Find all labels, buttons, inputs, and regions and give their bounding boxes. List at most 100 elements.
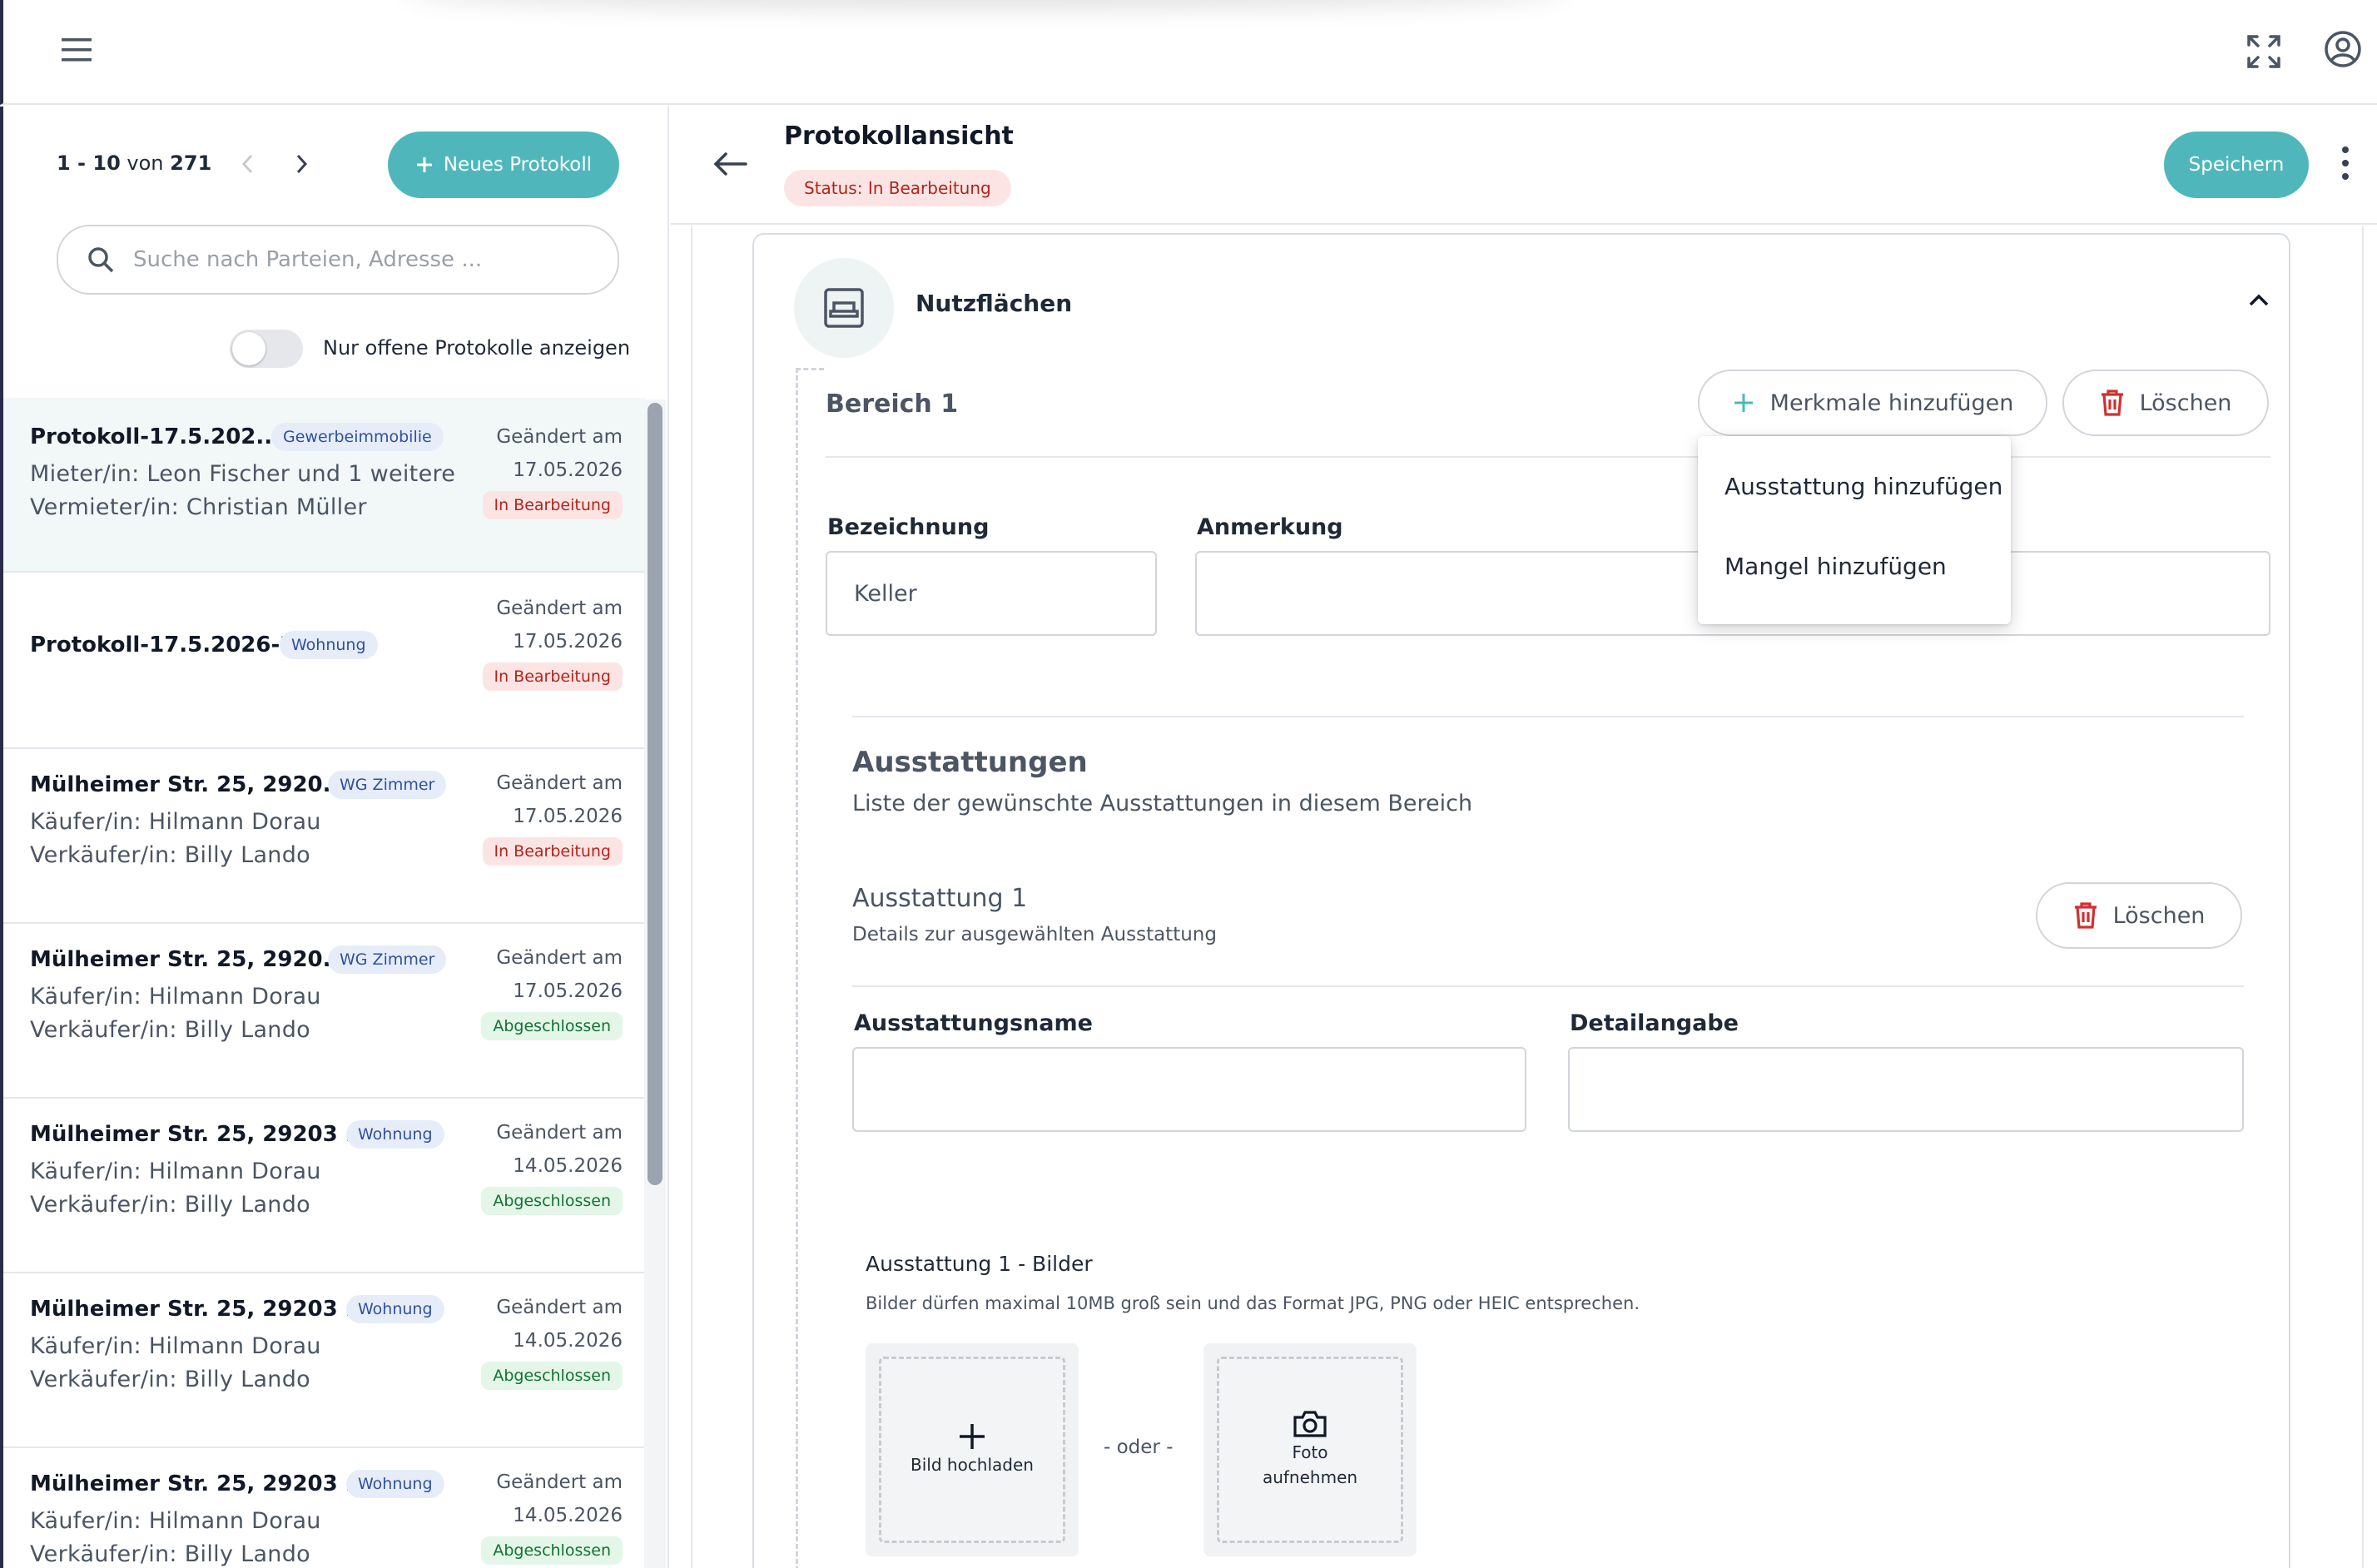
type-badge: Wohnung (280, 631, 378, 659)
list-item[interactable]: Protokoll-17.5.2026-2 Wohnung Geändert a… (3, 574, 646, 749)
type-badge: WG Zimmer (328, 771, 447, 799)
plus-icon (1732, 391, 1755, 414)
changed-label: Geändert am (496, 1471, 623, 1493)
changed-date: 17.05.2026 (513, 980, 623, 1002)
protocol-header: Protokollansicht Status: In Bearbeitung … (671, 107, 2377, 225)
sidebar-scrollbar-thumb[interactable] (648, 403, 662, 1185)
plus-icon (415, 156, 434, 174)
changed-date: 14.05.2026 (513, 1505, 623, 1526)
images-title: Ausstattung 1 - Bilder (866, 1252, 1093, 1276)
menu-item-add-equipment[interactable]: Ausstattung hinzufügen (1724, 473, 2002, 500)
list-item[interactable]: Mülheimer Str. 25, 2920... WG Zimmer Käu… (3, 924, 646, 1099)
trash-icon (2073, 901, 2098, 930)
next-page-icon[interactable] (291, 151, 311, 176)
changed-label: Geändert am (496, 1297, 623, 1318)
images-hint: Bilder dürfen maximal 10MB groß sein und… (866, 1293, 1640, 1313)
list-item[interactable]: Mülheimer Str. 25, 29203 ... Wohnung Käu… (3, 1448, 646, 1568)
list-item[interactable]: Protokoll-17.5.202... Gewerbeimmobilie M… (3, 398, 646, 573)
user-account-icon[interactable] (2324, 30, 2362, 68)
menu-item-add-defect[interactable]: Mangel hinzufügen (1724, 553, 1947, 580)
new-protocol-button[interactable]: Neues Protokoll (388, 131, 619, 198)
plus-icon (957, 1422, 987, 1451)
camera-icon (1292, 1409, 1328, 1439)
type-badge: Wohnung (346, 1120, 444, 1149)
take-photo-button[interactable]: Foto aufnehmen (1203, 1343, 1417, 1556)
list-item[interactable]: Mülheimer Str. 25, 2920... WG Zimmer Käu… (3, 749, 646, 924)
item-party-2: Vermieter/in: Christian Müller (30, 494, 367, 520)
item-party-2: Verkäufer/in: Billy Lando (30, 1541, 310, 1567)
status-badge: Abgeschlossen (481, 1536, 623, 1565)
item-party-2: Verkäufer/in: Billy Lando (30, 1017, 310, 1043)
pager-text: 1 - 10 von 271 (57, 151, 212, 175)
item-party-2: Verkäufer/in: Billy Lando (30, 1367, 310, 1392)
area-title: Bereich 1 (826, 390, 959, 419)
upload-image-button[interactable]: Bild hochladen (866, 1343, 1079, 1556)
item-party-1: Mieter/in: Leon Fischer und 1 weitere (30, 461, 456, 487)
designation-label: Bezeichnung (827, 514, 990, 540)
hamburger-menu-icon[interactable] (60, 33, 95, 67)
type-badge: Wohnung (346, 1470, 444, 1498)
upload-label: Bild hochladen (911, 1455, 1034, 1475)
area-dashed-line (796, 368, 798, 1568)
changed-date: 14.05.2026 (513, 1330, 623, 1352)
changed-date: 17.05.2026 (513, 631, 623, 653)
status-badge: Abgeschlossen (481, 1012, 623, 1040)
previous-page-icon[interactable] (238, 151, 258, 176)
usage-areas-card: Nutzflächen Bereich 1 Merkmale hinzufüge… (752, 233, 2290, 1568)
search-icon (87, 246, 115, 274)
item-party-1: Käufer/in: Hilmann Dorau (30, 1159, 321, 1184)
equipment-item-subtitle: Details zur ausgewählten Ausstattung (852, 924, 1217, 945)
top-app-bar (0, 0, 2377, 105)
add-features-dropdown: Ausstattung hinzufügen Mangel hinzufügen (1698, 436, 2011, 624)
back-arrow-icon[interactable] (712, 151, 749, 176)
item-party-1: Käufer/in: Hilmann Dorau (30, 1333, 321, 1359)
item-party-2: Verkäufer/in: Billy Lando (30, 1192, 310, 1218)
item-title: Mülheimer Str. 25, 29203 ... (30, 1471, 370, 1496)
delete-area-button[interactable]: Löschen (2062, 370, 2269, 436)
changed-date: 17.05.2026 (513, 806, 623, 827)
changed-label: Geändert am (496, 426, 623, 448)
equipment-name-label: Ausstattungsname (854, 1010, 1093, 1036)
item-title: Mülheimer Str. 25, 29203 ... (30, 1122, 370, 1147)
item-title: Mülheimer Str. 25, 29203 ... (30, 1297, 370, 1322)
protocol-list-sidebar: 1 - 10 von 271 Neues Protokoll Suche nac… (0, 107, 669, 1568)
changed-date: 14.05.2026 (513, 1155, 623, 1177)
list-item[interactable]: Mülheimer Str. 25, 29203 ... Wohnung Käu… (3, 1099, 646, 1273)
item-title: Mülheimer Str. 25, 2920... (30, 772, 348, 797)
changed-date: 17.05.2026 (513, 459, 623, 481)
remark-label: Anmerkung (1197, 514, 1343, 540)
search-input[interactable]: Suche nach Parteien, Adresse ... (57, 225, 619, 295)
status-badge: Abgeschlossen (481, 1187, 623, 1215)
section-icon-bubble (794, 258, 894, 358)
equipment-name-input[interactable] (852, 1047, 1526, 1132)
toggle-label: Nur offene Protokolle anzeigen (323, 336, 631, 360)
type-badge: Wohnung (346, 1295, 444, 1323)
protocol-status-badge: Status: In Bearbeitung (784, 170, 1011, 206)
trash-icon (2100, 389, 2125, 417)
add-features-button[interactable]: Merkmale hinzufügen (1698, 370, 2047, 436)
item-title: Mülheimer Str. 25, 2920... (30, 947, 348, 972)
photo-label: aufnehmen (1262, 1467, 1358, 1487)
detail-label: Detailangabe (1570, 1010, 1739, 1036)
status-badge: In Bearbeitung (482, 837, 623, 866)
item-party-1: Käufer/in: Hilmann Dorau (30, 1508, 321, 1534)
item-party-1: Käufer/in: Hilmann Dorau (30, 984, 321, 1010)
open-only-toggle[interactable] (230, 330, 303, 368)
chevron-up-icon[interactable] (2247, 291, 2270, 308)
item-title: Protokoll-17.5.202... (30, 424, 281, 449)
floor-plan-icon (822, 286, 866, 330)
more-options-icon[interactable] (2339, 145, 2352, 181)
or-separator: - oder - (1104, 1437, 1174, 1458)
detail-input[interactable] (1568, 1047, 2244, 1132)
fullscreen-icon[interactable] (2245, 33, 2282, 70)
save-button[interactable]: Speichern (2164, 131, 2309, 198)
status-badge: In Bearbeitung (482, 491, 623, 519)
status-badge: In Bearbeitung (482, 662, 623, 691)
list-item[interactable]: Mülheimer Str. 25, 29203 ... Wohnung Käu… (3, 1273, 646, 1448)
designation-input[interactable]: Keller (826, 551, 1157, 636)
changed-label: Geändert am (496, 772, 623, 794)
delete-equipment-button[interactable]: Löschen (2036, 882, 2242, 949)
equipment-heading: Ausstattungen (852, 746, 1088, 779)
changed-label: Geändert am (496, 947, 623, 969)
section-title: Nutzflächen (916, 290, 1073, 317)
